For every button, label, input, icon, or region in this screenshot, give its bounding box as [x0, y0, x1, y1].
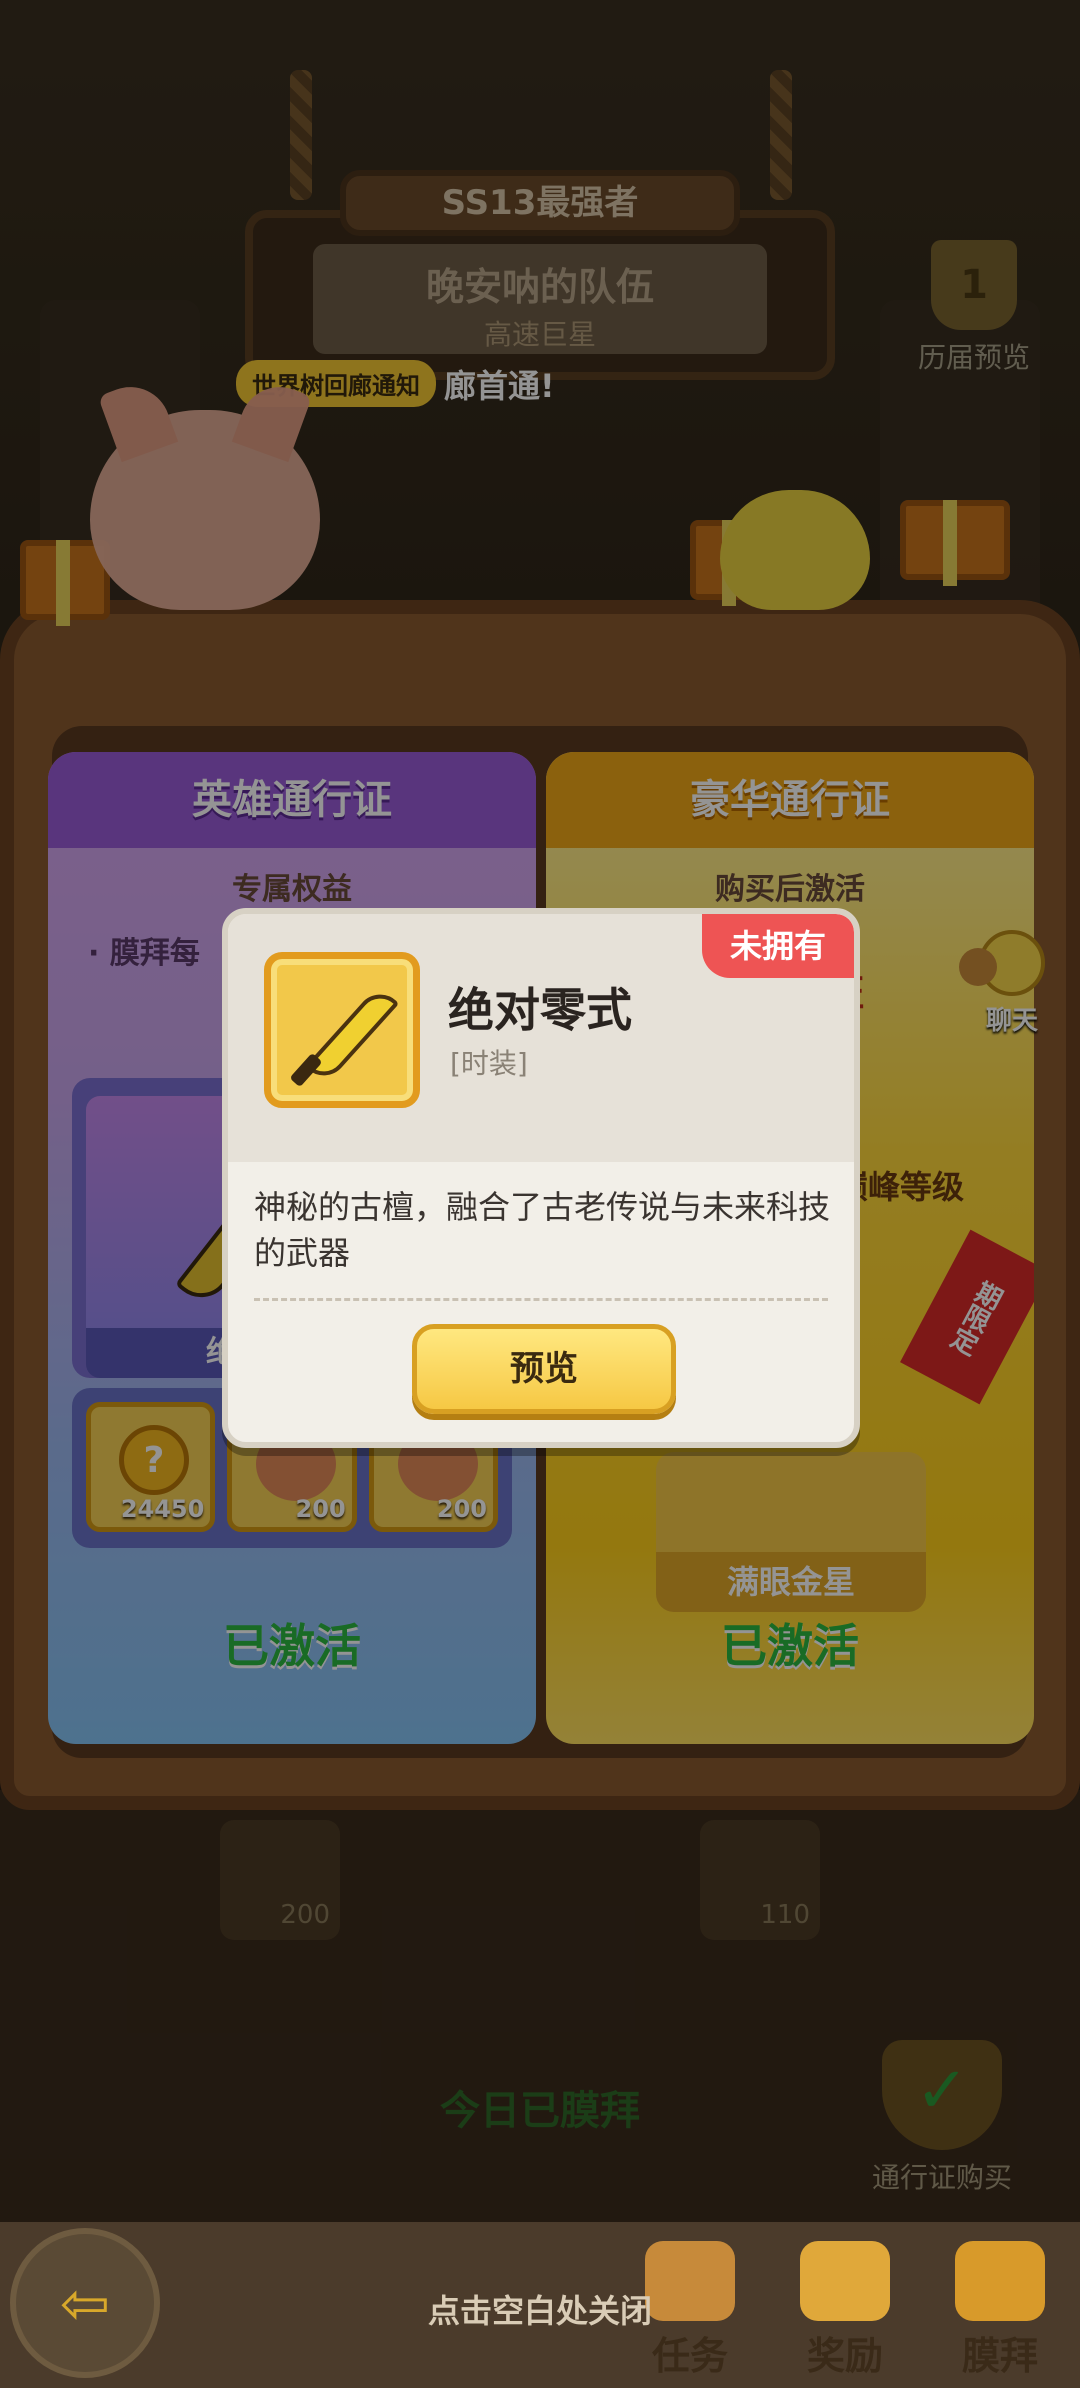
not-owned-badge: 未拥有 — [701, 914, 854, 978]
tab-label: 奖励 — [806, 2334, 883, 2378]
tab-label: 膜拜 — [961, 2334, 1038, 2378]
close-hint: 点击空白处关闭 — [427, 2292, 652, 2330]
item-name: 绝对零式 — [448, 983, 632, 1037]
tab-label: 任务 — [651, 2334, 728, 2378]
item-icon-frame — [264, 952, 420, 1108]
preview-button[interactable]: 预览 — [412, 1324, 676, 1414]
item-detail-popup: 未拥有 绝对零式 [时装] 神秘的古檀，融合了古老传说与未来科技的武器 预览 — [222, 908, 860, 1448]
item-type: [时装] — [450, 1047, 528, 1080]
divider — [254, 1298, 828, 1301]
sword-icon — [304, 984, 400, 1086]
item-description: 神秘的古檀，融合了古老传说与未来科技的武器 — [254, 1188, 831, 1272]
